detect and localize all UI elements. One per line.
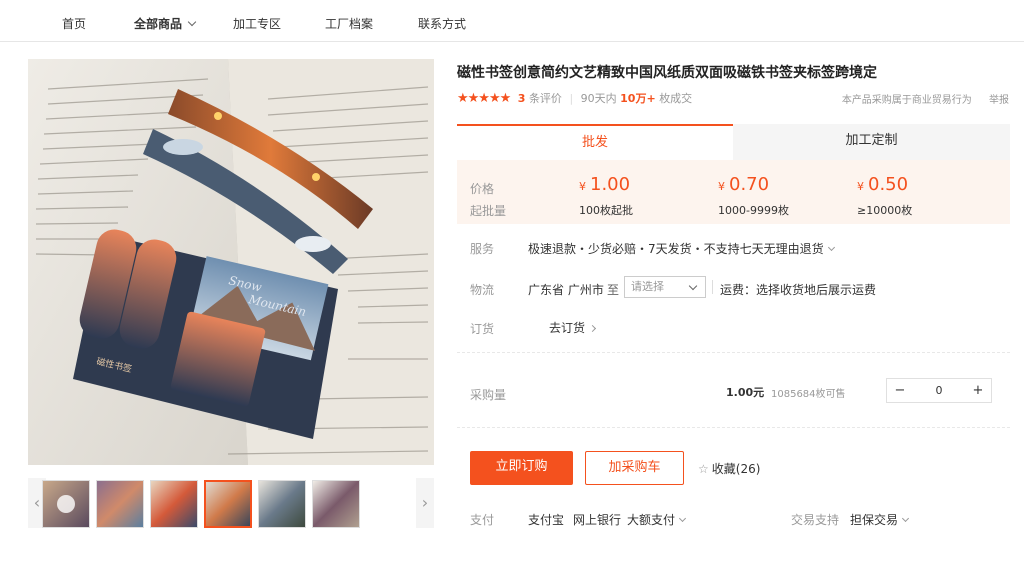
quantity-input[interactable]: 0 [913, 379, 965, 402]
destination-placeholder: 请选择 [631, 280, 664, 293]
trade-notice-text: 本产品采购属于商业贸易行为 [841, 95, 972, 106]
sales-prefix: 90天内 [580, 92, 617, 105]
unit-price: 1.00元 [726, 386, 765, 399]
currency-symbol: ¥ [718, 180, 725, 193]
service-text: 极速退款・少货必赔・7天发货・不支持七天无理由退货 [528, 242, 824, 256]
thumbnail-3[interactable] [150, 480, 198, 528]
logistics-label: 物流 [470, 283, 495, 297]
favorite-button[interactable]: ☆ 收藏(26) [698, 460, 760, 477]
logistics-origin: 广东省 广州市 [528, 283, 604, 297]
currency-symbol: ¥ [857, 180, 864, 193]
play-icon [57, 495, 75, 513]
price-tier-1-value: 1.00 [590, 174, 631, 195]
price-tier-2-range: 1000-9999枚 [718, 204, 789, 217]
section-divider [457, 352, 1010, 353]
thumbnail-1[interactable] [42, 480, 90, 528]
nav-home[interactable]: 首页 [62, 15, 86, 32]
logistics-to: 至 [607, 283, 620, 297]
sales-count: 10万+ [620, 92, 656, 105]
decrement-button[interactable]: − [887, 379, 913, 402]
chevron-down-icon [678, 514, 687, 523]
review-label[interactable]: 条评价 [529, 92, 562, 105]
buy-now-button[interactable]: 立即订购 [470, 451, 573, 485]
moq-label: 起批量 [470, 204, 507, 218]
service-label: 服务 [470, 242, 495, 256]
price-label: 价格 [470, 182, 495, 196]
price-tier-1: ¥1.00 [579, 174, 630, 195]
section-divider [457, 427, 1010, 428]
price-tier-3-value: 0.50 [868, 174, 909, 195]
thumbnail-2[interactable] [96, 480, 144, 528]
chevron-down-icon [688, 281, 698, 291]
trade-support-value[interactable]: 担保交易 [850, 511, 910, 528]
price-tier-3-range: ≥10000枚 [857, 204, 913, 217]
chevron-down-icon [827, 243, 835, 252]
freight-info: 运费：选择收货地后展示运费 [720, 283, 877, 297]
meta-divider: | [569, 92, 574, 105]
go-order-text: 去订货 [549, 321, 586, 335]
payment-label: 支付 [470, 513, 495, 527]
purchase-tabs: 批发 加工定制 [457, 124, 1010, 160]
payment-large[interactable]: 大额支付 [627, 511, 687, 528]
product-main-image[interactable]: Snow Mountain 磁性书签 [28, 59, 434, 465]
product-photo: Snow Mountain 磁性书签 [28, 59, 434, 465]
review-count[interactable]: 3 [518, 92, 526, 105]
nav-processing[interactable]: 加工专区 [233, 15, 281, 32]
top-nav: 首页 全部商品 加工专区 工厂档案 联系方式 [0, 0, 1024, 42]
report-link[interactable]: 举报 [989, 95, 1009, 106]
thumb-next-button[interactable]: › [416, 478, 434, 528]
tab-wholesale[interactable]: 批发 [457, 124, 733, 160]
trade-support-text: 担保交易 [850, 513, 899, 527]
trade-notice: 本产品采购属于商业贸易行为 举报 [842, 91, 1009, 106]
payment-alipay: 支付宝 [528, 513, 565, 527]
star-outline-icon: ☆ [698, 462, 709, 476]
favorite-count: 收藏(26) [711, 462, 761, 476]
price-tier-3: ¥0.50 [857, 174, 908, 195]
nav-all-products[interactable]: 全部商品 [134, 15, 197, 32]
logistics-divider [712, 280, 713, 294]
quantity-stepper: − 0 + [886, 378, 992, 403]
increment-button[interactable]: + [965, 379, 991, 402]
price-tier-1-range: 100枚起批 [579, 204, 633, 217]
order-label: 订货 [470, 322, 495, 336]
payment-online-bank: 网上银行 [573, 513, 622, 527]
rating-stars-icon: ★★★★★ [457, 91, 511, 106]
sales-suffix: 枚成交 [659, 92, 693, 105]
stock-available: 1085684枚可售 [771, 389, 846, 400]
chevron-down-icon [901, 514, 910, 523]
chevron-down-icon [187, 17, 197, 27]
product-meta: ★★★★★ 3 条评价 | 90天内 10万+ 枚成交 [457, 90, 692, 106]
service-value[interactable]: 极速退款・少货必赔・7天发货・不支持七天无理由退货 [528, 240, 835, 257]
nav-all-products-label: 全部商品 [134, 17, 183, 31]
add-to-cart-button[interactable]: 加采购车 [585, 451, 684, 485]
purchase-qty-label: 采购量 [470, 388, 507, 402]
trade-support-label: 交易支持 [791, 513, 840, 527]
thumbnail-5[interactable] [258, 480, 306, 528]
price-panel: 价格 起批量 ¥1.00 100枚起批 ¥0.70 1000-9999枚 ¥0.… [457, 160, 1010, 224]
nav-factory[interactable]: 工厂档案 [325, 15, 373, 32]
product-title: 磁性书签创意简约文艺精致中国风纸质双面吸磁铁书签夹标签跨境定 [457, 65, 877, 81]
go-order-link[interactable]: 去订货 [549, 319, 597, 336]
currency-symbol: ¥ [579, 180, 586, 193]
thumbnail-4[interactable] [204, 480, 252, 528]
destination-select[interactable]: 请选择 [624, 276, 706, 298]
chevron-right-icon [588, 324, 597, 333]
price-tier-2: ¥0.70 [718, 174, 769, 195]
tab-custom-processing[interactable]: 加工定制 [733, 124, 1010, 160]
payment-large-text: 大额支付 [627, 513, 676, 527]
thumbnail-strip: ‹ › [28, 478, 434, 530]
price-tier-2-value: 0.70 [729, 174, 770, 195]
nav-contact[interactable]: 联系方式 [418, 15, 466, 32]
thumbnail-6[interactable] [312, 480, 360, 528]
